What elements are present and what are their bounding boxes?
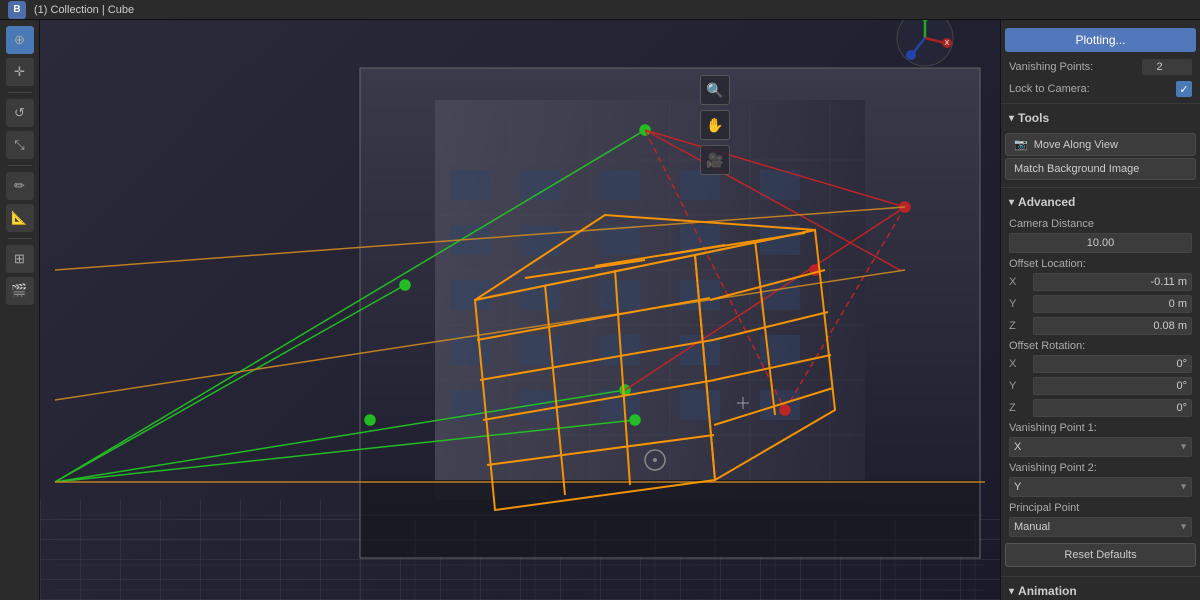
toolbar-separator-1 bbox=[8, 92, 32, 93]
rot-y-label: Y bbox=[1009, 380, 1029, 392]
toolbar-separator-3 bbox=[8, 238, 32, 239]
camera-tool-btn[interactable]: 🎬 bbox=[6, 277, 34, 305]
advanced-section-content: Camera Distance Offset Location: X Y Z O… bbox=[1001, 213, 1200, 573]
tools-section-content: 📷 Move Along View Match Background Image bbox=[1001, 129, 1200, 184]
move-along-view-btn[interactable]: 📷 Move Along View bbox=[1005, 133, 1196, 156]
lock-to-camera-label: Lock to Camera: bbox=[1009, 83, 1170, 95]
divider-2 bbox=[1001, 187, 1200, 188]
measure-tool-btn[interactable]: 📐 bbox=[6, 204, 34, 232]
offset-x-input[interactable] bbox=[1033, 273, 1192, 291]
animation-section-label: Animation bbox=[1018, 584, 1077, 598]
left-toolbar: ⊕ ✛ ↺ ⤡ ✏ 📐 ⊞ 🎬 bbox=[0, 20, 40, 600]
rot-z-input[interactable] bbox=[1033, 399, 1192, 417]
animation-chevron-icon: ▾ bbox=[1009, 586, 1014, 597]
right-panel: Plotting... Vanishing Points: Lock to Ca… bbox=[1000, 20, 1200, 600]
scale-tool-btn[interactable]: ⤡ bbox=[6, 131, 34, 159]
rot-z-row: Z bbox=[1001, 397, 1200, 419]
main-layout: ⊕ ✛ ↺ ⤡ ✏ 📐 ⊞ 🎬 bbox=[0, 20, 1200, 600]
window-title: (1) Collection | Cube bbox=[34, 4, 134, 16]
camera-view-btn[interactable]: 🎥 bbox=[700, 145, 730, 175]
tools-section-label: Tools bbox=[1018, 111, 1049, 125]
viewport[interactable]: Y X 🔍 ✋ 🎥 bbox=[40, 20, 1000, 600]
move-along-view-icon: 📷 bbox=[1014, 138, 1028, 151]
animation-section-header[interactable]: ▾ Animation bbox=[1001, 580, 1200, 600]
rot-y-input[interactable] bbox=[1033, 377, 1192, 395]
advanced-chevron-icon: ▾ bbox=[1009, 197, 1014, 208]
camera-distance-label: Camera Distance bbox=[1001, 215, 1200, 231]
camera-distance-input[interactable] bbox=[1009, 233, 1192, 253]
principal-point-wrapper: Manual Auto bbox=[1009, 517, 1192, 537]
vp2-label: Vanishing Point 2: bbox=[1001, 459, 1200, 475]
app-icon: B bbox=[8, 1, 26, 19]
rotate-tool-btn[interactable]: ↺ bbox=[6, 99, 34, 127]
tools-chevron-icon: ▾ bbox=[1009, 113, 1014, 124]
svg-text:X: X bbox=[945, 40, 950, 47]
divider-1 bbox=[1001, 103, 1200, 104]
lock-to-camera-checkbox[interactable]: ✓ bbox=[1176, 81, 1192, 97]
advanced-section-label: Advanced bbox=[1018, 195, 1075, 209]
principal-point-dropdown-row: Manual Auto bbox=[1001, 515, 1200, 539]
vp2-dropdown-row: Y X Z bbox=[1001, 475, 1200, 499]
vanishing-points-label: Vanishing Points: bbox=[1009, 61, 1136, 73]
tools-section-header[interactable]: ▾ Tools bbox=[1001, 107, 1200, 129]
advanced-section-header[interactable]: ▾ Advanced bbox=[1001, 191, 1200, 213]
annotate-tool-btn[interactable]: ✏ bbox=[6, 172, 34, 200]
vanishing-points-input[interactable] bbox=[1142, 59, 1192, 75]
rot-x-input[interactable] bbox=[1033, 355, 1192, 373]
pan-btn[interactable]: ✋ bbox=[700, 110, 730, 140]
divider-3 bbox=[1001, 576, 1200, 577]
reset-defaults-btn[interactable]: Reset Defaults bbox=[1005, 543, 1196, 567]
offset-z-input[interactable] bbox=[1033, 317, 1192, 335]
toolbar-separator-2 bbox=[8, 165, 32, 166]
cursor-tool-btn[interactable]: ⊕ bbox=[6, 26, 34, 54]
plotting-button[interactable]: Plotting... bbox=[1005, 28, 1196, 52]
principal-point-label: Principal Point bbox=[1001, 499, 1200, 515]
lock-to-camera-row: Lock to Camera: ✓ bbox=[1001, 78, 1200, 100]
vp1-dropdown-row: X Y Z bbox=[1001, 435, 1200, 459]
offset-y-input[interactable] bbox=[1033, 295, 1192, 313]
vanishing-points-row: Vanishing Points: bbox=[1001, 56, 1200, 78]
offset-y-row: Y bbox=[1001, 293, 1200, 315]
vp2-select[interactable]: Y X Z bbox=[1009, 477, 1192, 497]
vp1-select[interactable]: X Y Z bbox=[1009, 437, 1192, 457]
transform-tool-btn[interactable]: ⊞ bbox=[6, 245, 34, 273]
vp1-label: Vanishing Point 1: bbox=[1001, 419, 1200, 435]
offset-z-row: Z bbox=[1001, 315, 1200, 337]
offset-x-label: X bbox=[1009, 276, 1029, 288]
offset-z-label: Z bbox=[1009, 320, 1029, 332]
rot-y-row: Y bbox=[1001, 375, 1200, 397]
viewport-svg: Y X bbox=[40, 20, 1000, 600]
offset-location-label: Offset Location: bbox=[1001, 255, 1200, 271]
offset-x-row: X bbox=[1001, 271, 1200, 293]
viewport-tools: 🔍 ✋ 🎥 bbox=[700, 75, 730, 175]
rot-x-row: X bbox=[1001, 353, 1200, 375]
principal-point-select[interactable]: Manual Auto bbox=[1009, 517, 1192, 537]
move-along-view-label: Move Along View bbox=[1034, 139, 1118, 151]
rot-x-label: X bbox=[1009, 358, 1029, 370]
move-tool-btn[interactable]: ✛ bbox=[6, 58, 34, 86]
match-bg-label: Match Background Image bbox=[1014, 163, 1139, 175]
match-background-image-btn[interactable]: Match Background Image bbox=[1005, 158, 1196, 180]
rot-z-label: Z bbox=[1009, 402, 1029, 414]
offset-y-label: Y bbox=[1009, 298, 1029, 310]
vp2-dropdown-wrapper: Y X Z bbox=[1009, 477, 1192, 497]
zoom-btn[interactable]: 🔍 bbox=[700, 75, 730, 105]
vp1-dropdown-wrapper: X Y Z bbox=[1009, 437, 1192, 457]
top-bar: B (1) Collection | Cube bbox=[0, 0, 1200, 20]
offset-rotation-label: Offset Rotation: bbox=[1001, 337, 1200, 353]
